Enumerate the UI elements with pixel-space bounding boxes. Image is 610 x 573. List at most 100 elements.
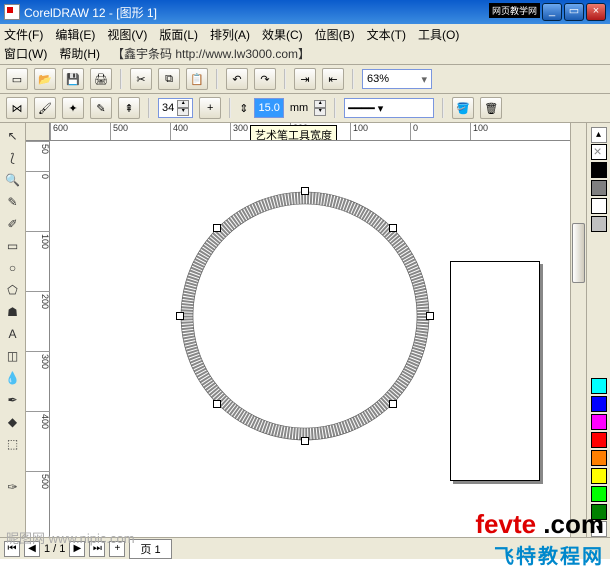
corner-badge: 网页教学网 xyxy=(489,3,540,18)
ruler-horizontal[interactable]: 600 500 400 300 200 100 0 100 艺术笔工具宽度 xyxy=(50,123,570,141)
artistic-circle-object[interactable] xyxy=(180,191,430,441)
blend-tool[interactable]: ◫ xyxy=(2,345,24,366)
redo-button[interactable]: ↷ xyxy=(254,68,276,90)
menu-view[interactable]: 视图(V) xyxy=(107,26,147,43)
color-swatch[interactable] xyxy=(591,432,607,448)
color-swatch[interactable] xyxy=(591,468,607,484)
menu-extra-text: 【鑫宇条码 http://www.lw3000.com】 xyxy=(112,45,310,62)
color-swatch[interactable] xyxy=(591,450,607,466)
node-handle[interactable] xyxy=(301,187,309,195)
ruler-tick: 0 xyxy=(26,171,50,179)
freehand-value: 34 xyxy=(162,102,174,114)
separator xyxy=(120,69,122,89)
zoom-level[interactable]: 63% ▾ xyxy=(362,69,432,89)
node-handle[interactable] xyxy=(213,400,221,408)
plus-icon[interactable]: + xyxy=(199,97,221,119)
pressure-icon[interactable]: ⇞ xyxy=(118,97,140,119)
calligraphic-icon[interactable]: ✎ xyxy=(90,97,112,119)
delete-icon[interactable]: 🗑 xyxy=(480,97,502,119)
undo-button[interactable]: ↶ xyxy=(226,68,248,90)
interactive-fill-tool[interactable]: ⬚ xyxy=(2,433,24,454)
spin-down[interactable]: ▾ xyxy=(177,108,189,116)
ruler-tick: 400 xyxy=(26,411,50,429)
ruler-vertical[interactable]: 50 0 100 200 300 400 500 xyxy=(26,141,50,537)
menu-effects[interactable]: 效果(C) xyxy=(262,26,303,43)
spin-down[interactable]: ▾ xyxy=(314,108,326,116)
fill-tool[interactable]: ◆ xyxy=(2,411,24,432)
menu-file[interactable]: 文件(F) xyxy=(4,26,43,43)
import-button[interactable]: ⇥ xyxy=(294,68,316,90)
zoom-tool[interactable]: 🔍 xyxy=(2,169,24,190)
zoom-value: 63% xyxy=(367,73,389,85)
print-button[interactable]: 🖨 xyxy=(90,68,112,90)
freehand-smoothing[interactable]: 34 ▴▾ xyxy=(158,98,193,118)
eyedropper-tool[interactable]: 💧 xyxy=(2,367,24,388)
window-title: CorelDRAW 12 - [图形 1] xyxy=(24,4,157,21)
stroke-preview[interactable]: ━━━━ ▾ xyxy=(344,98,434,118)
menu-text[interactable]: 文本(T) xyxy=(367,26,406,43)
rectangle-tool[interactable]: ▭ xyxy=(2,235,24,256)
node-handle[interactable] xyxy=(176,312,184,320)
node-handle[interactable] xyxy=(389,224,397,232)
freehand-tool[interactable]: ✎ xyxy=(2,191,24,212)
color-swatch[interactable] xyxy=(591,216,607,232)
close-button[interactable]: × xyxy=(586,3,606,21)
copy-button[interactable]: ⧉ xyxy=(158,68,180,90)
menu-layout[interactable]: 版面(L) xyxy=(159,26,198,43)
page-rect xyxy=(450,261,540,481)
menu-arrange[interactable]: 排列(A) xyxy=(210,26,250,43)
menu-tools[interactable]: 工具(O) xyxy=(418,26,459,43)
polygon-tool[interactable]: ⬠ xyxy=(2,279,24,300)
spray-icon[interactable]: ✦ xyxy=(62,97,84,119)
node-handle[interactable] xyxy=(301,437,309,445)
ruler-tick: 300 xyxy=(26,351,50,369)
node-handle[interactable] xyxy=(426,312,434,320)
outline-tool[interactable]: ✒ xyxy=(2,389,24,410)
color-swatch[interactable] xyxy=(591,486,607,502)
pick-tool[interactable]: ↖ xyxy=(2,125,24,146)
new-button[interactable]: ▭ xyxy=(6,68,28,90)
separator xyxy=(284,69,286,89)
color-swatch[interactable] xyxy=(591,378,607,394)
menu-edit[interactable]: 编辑(E) xyxy=(55,26,95,43)
menu-bitmap[interactable]: 位图(B) xyxy=(315,26,355,43)
palette-up[interactable]: ▴ xyxy=(591,127,607,143)
canvas[interactable] xyxy=(50,141,570,537)
shape-tool[interactable]: ⟅ xyxy=(2,147,24,168)
save-button[interactable]: 💾 xyxy=(62,68,84,90)
color-swatch[interactable] xyxy=(591,198,607,214)
ruler-tick: 200 xyxy=(26,291,50,309)
menu-help[interactable]: 帮助(H) xyxy=(59,45,100,62)
pen-tool[interactable]: ✑ xyxy=(2,476,24,497)
color-swatch[interactable] xyxy=(591,396,607,412)
color-swatch[interactable] xyxy=(591,180,607,196)
node-handle[interactable] xyxy=(389,400,397,408)
spin-up[interactable]: ▴ xyxy=(314,100,326,108)
scrollbar-thumb[interactable] xyxy=(572,223,585,283)
minimize-button[interactable]: _ xyxy=(542,3,562,21)
color-swatch[interactable] xyxy=(591,414,607,430)
separator xyxy=(216,69,218,89)
ruler-tick: 100 xyxy=(350,123,368,141)
brush-icon[interactable]: 🖌 xyxy=(34,97,56,119)
vertical-scrollbar[interactable] xyxy=(570,123,586,537)
node-handle[interactable] xyxy=(213,224,221,232)
text-tool[interactable]: A xyxy=(2,323,24,344)
maximize-button[interactable]: ▭ xyxy=(564,3,584,21)
ellipse-tool[interactable]: ○ xyxy=(2,257,24,278)
preset-icon[interactable]: ⋈ xyxy=(6,97,28,119)
artistic-width-field[interactable]: 15.0 xyxy=(254,98,283,118)
cut-button[interactable]: ✂ xyxy=(130,68,152,90)
smart-draw-tool[interactable]: ✐ xyxy=(2,213,24,234)
basic-shapes-tool[interactable]: ☗ xyxy=(2,301,24,322)
no-color-swatch[interactable] xyxy=(591,144,607,160)
bucket-icon[interactable]: 🪣 xyxy=(452,97,474,119)
open-button[interactable]: 📂 xyxy=(34,68,56,90)
menu-window[interactable]: 窗口(W) xyxy=(4,45,47,62)
export-button[interactable]: ⇤ xyxy=(322,68,344,90)
color-swatch[interactable] xyxy=(591,162,607,178)
standard-toolbar: ▭ 📂 💾 🖨 ✂ ⧉ 📋 ↶ ↷ ⇥ ⇤ 63% ▾ xyxy=(0,65,610,94)
paste-button[interactable]: 📋 xyxy=(186,68,208,90)
spin-up[interactable]: ▴ xyxy=(177,100,189,108)
page-tab[interactable]: 页 1 xyxy=(129,539,171,559)
